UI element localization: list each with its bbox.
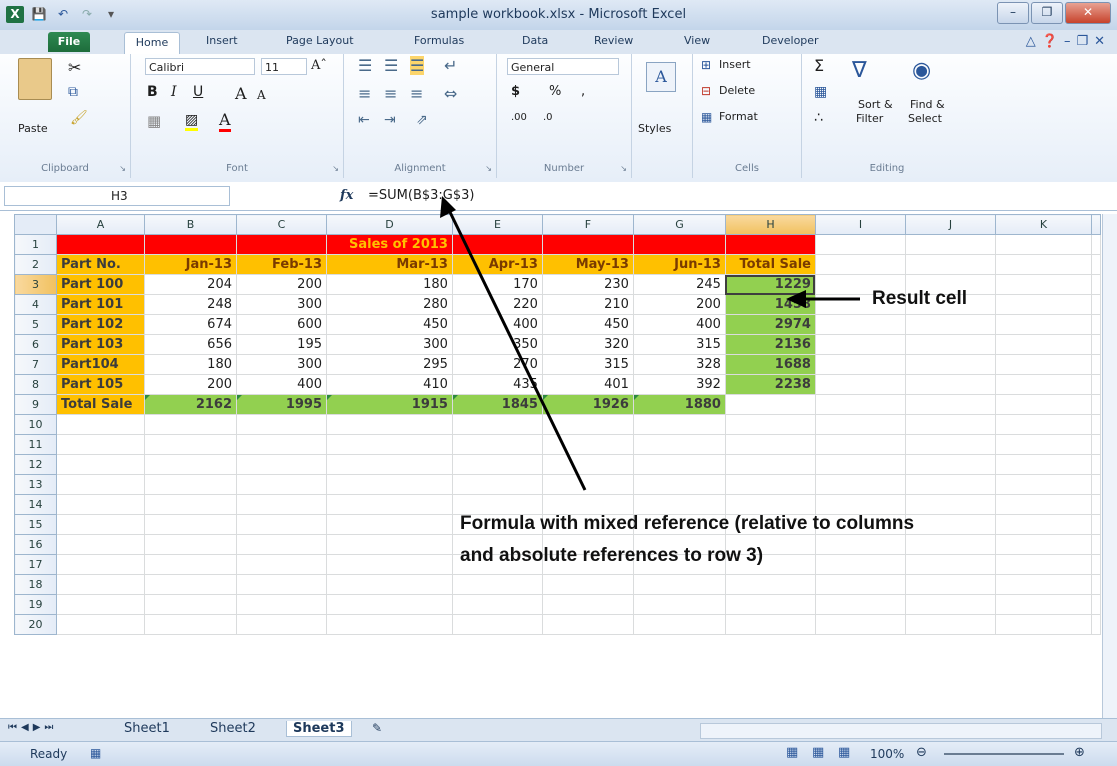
formula-annotation-line1: Formula with mixed reference (relative t… (460, 513, 915, 534)
result-cell-annotation: Result cell (872, 288, 968, 309)
formula-arrow-line (446, 207, 587, 491)
annotation-arrows (440, 196, 860, 491)
formula-arrow-head (440, 196, 456, 218)
formula-annotation-line2: and absolute references to row 3) (460, 545, 764, 566)
result-arrow-head (786, 290, 806, 308)
